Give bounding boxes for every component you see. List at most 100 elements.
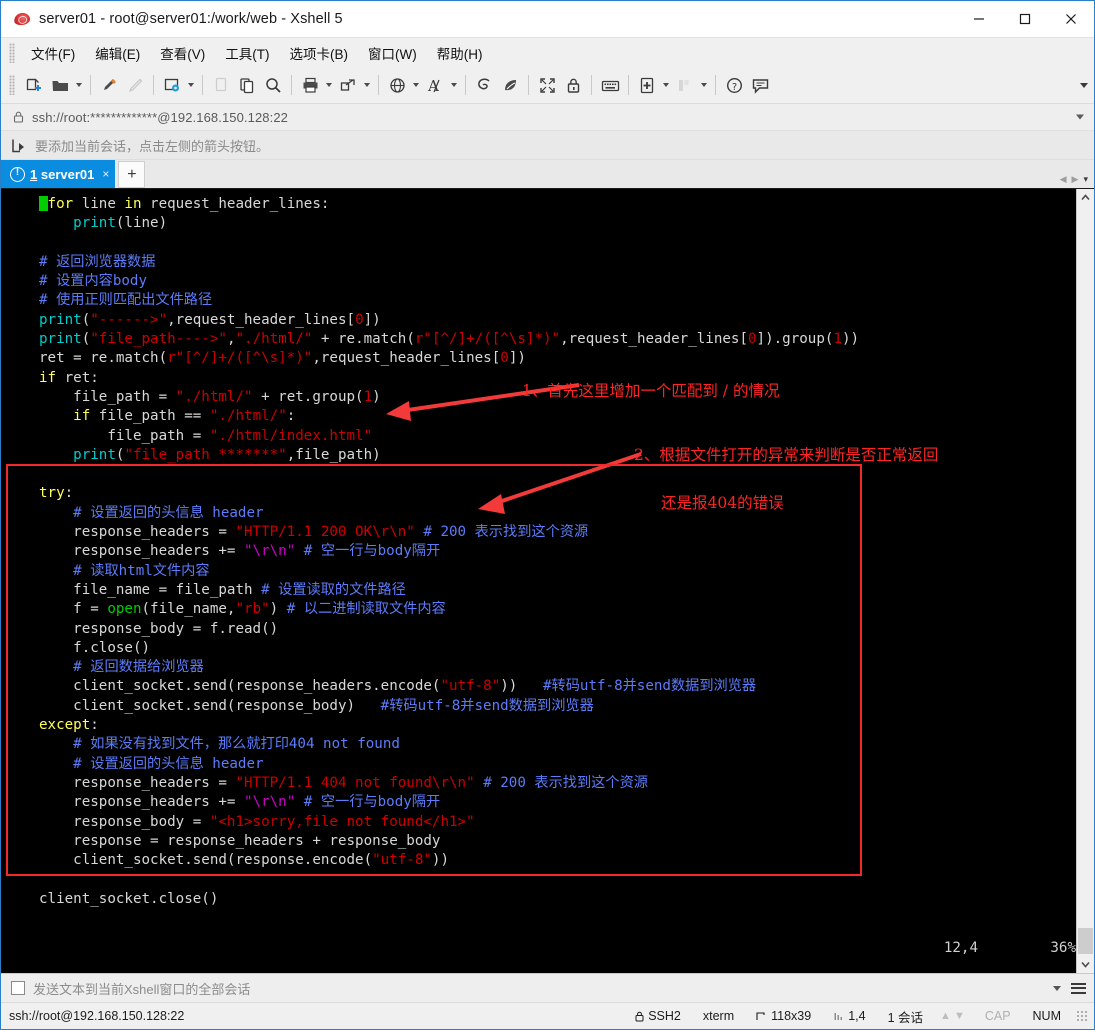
- toolbar-separator: [153, 75, 154, 95]
- menu-help[interactable]: 帮助(H): [427, 40, 493, 66]
- scrollbar-thumb[interactable]: [1078, 928, 1093, 954]
- xftp-icon[interactable]: [471, 71, 497, 99]
- menu-window[interactable]: 窗口(W): [358, 40, 427, 66]
- tab-number: 1: [30, 166, 38, 182]
- open-folder-icon[interactable]: [47, 71, 73, 99]
- scroll-up-icon[interactable]: [1077, 189, 1094, 206]
- menu-bar: 文件(F) 编辑(E) 查看(V) 工具(T) 选项卡(B) 窗口(W) 帮助(…: [1, 37, 1094, 67]
- print-dropdown-icon[interactable]: [323, 71, 335, 99]
- tab-server01[interactable]: 1 server01 ×: [1, 160, 116, 188]
- send-to-all-checkbox[interactable]: [11, 981, 25, 995]
- menu-view[interactable]: 查看(V): [150, 40, 215, 66]
- chat-icon[interactable]: [747, 71, 773, 99]
- tab-nav-group: ◀ ▶ ▾: [1060, 174, 1088, 185]
- new-session-icon[interactable]: [21, 71, 47, 99]
- terminal-line: file_path = "./html/" + ret.group(1): [39, 388, 381, 405]
- terminal-area: for line in request_header_lines: print(…: [1, 188, 1094, 973]
- xagent-icon[interactable]: [497, 71, 523, 99]
- menu-edit[interactable]: 编辑(E): [85, 40, 150, 66]
- fullscreen-icon[interactable]: [534, 71, 560, 99]
- add-note-dropdown-icon[interactable]: [660, 71, 672, 99]
- close-icon[interactable]: [1048, 1, 1094, 37]
- title-bar: server01 - root@server01:/work/web - Xsh…: [1, 1, 1094, 37]
- terminal-line: # 使用正则匹配出文件路径: [39, 292, 213, 309]
- menubar-gripper[interactable]: [9, 42, 15, 63]
- address-value[interactable]: ssh://root:*************@192.168.150.128…: [32, 110, 288, 125]
- layout-dropdown-icon[interactable]: [698, 71, 710, 99]
- terminal-line: response_headers += "\r\n" # 空一行与body隔开: [39, 794, 441, 811]
- add-note-icon[interactable]: [634, 71, 660, 99]
- add-session-arrow-icon[interactable]: [11, 138, 26, 153]
- terminal-scrollbar[interactable]: [1076, 189, 1094, 973]
- terminal-line: # 如果没有找到文件，那么就打印404 not found: [73, 736, 400, 753]
- globe-icon[interactable]: [384, 71, 410, 99]
- maximize-icon[interactable]: [1002, 1, 1048, 37]
- status-caps: CAP: [984, 1009, 1011, 1023]
- toolbar-separator: [378, 75, 379, 95]
- transfer-dropdown-icon[interactable]: [361, 71, 373, 99]
- terminal-line: client_socket.send(response_body) #转码utf…: [39, 697, 594, 714]
- xshell-window: server01 - root@server01:/work/web - Xsh…: [0, 0, 1095, 1030]
- address-bar[interactable]: ssh://root:*************@192.168.150.128…: [1, 104, 1094, 131]
- font-icon[interactable]: A: [422, 71, 448, 99]
- status-size: 118x39: [745, 1009, 822, 1023]
- menu-tools[interactable]: 工具(T): [215, 40, 279, 66]
- tab-close-icon[interactable]: ×: [102, 167, 109, 181]
- terminal-line: print("file_path---->","./html/" + re.ma…: [39, 331, 860, 348]
- paste-icon[interactable]: [234, 71, 260, 99]
- address-dropdown-icon[interactable]: [1076, 114, 1084, 120]
- menu-tabs[interactable]: 选项卡(B): [280, 40, 359, 66]
- tab-list-dropdown-icon[interactable]: ▾: [1083, 174, 1088, 185]
- print-icon[interactable]: [297, 71, 323, 99]
- terminal-line: response_headers = "HTTP/1.1 200 OK\r\n"…: [39, 524, 589, 541]
- toolbar-gripper[interactable]: [9, 75, 15, 95]
- terminal-line: # 设置返回的头信息 header: [73, 755, 264, 772]
- toolbar: A ?: [1, 67, 1094, 104]
- minimize-icon[interactable]: [956, 1, 1002, 37]
- tab-label: 1 server01: [30, 167, 94, 182]
- tab-prev-icon[interactable]: ◀: [1060, 174, 1067, 185]
- resize-grip[interactable]: [1076, 1010, 1088, 1022]
- terminal-output[interactable]: for line in request_header_lines: print(…: [1, 189, 1076, 973]
- highlight-pen-icon[interactable]: [96, 71, 122, 99]
- toolbar-separator: [202, 75, 203, 95]
- copy-page-icon[interactable]: [208, 71, 234, 99]
- status-sessions: 1 会话: [887, 1010, 924, 1025]
- toolbar-separator: [715, 75, 716, 95]
- keyboard-icon[interactable]: [597, 71, 623, 99]
- terminal-line: client_socket.send(response.encode("utf-…: [39, 852, 450, 869]
- terminal-line: # 返回数据给浏览器: [73, 659, 204, 676]
- globe-dropdown-icon[interactable]: [410, 71, 422, 99]
- terminal-line: response_headers += "\r\n" # 空一行与body隔开: [39, 543, 441, 560]
- tab-session-name: server01: [40, 166, 95, 182]
- session-properties-icon[interactable]: [159, 71, 185, 99]
- find-icon[interactable]: [260, 71, 286, 99]
- sendbar-menu-icon[interactable]: [1071, 982, 1086, 994]
- toolbar-overflow-icon[interactable]: [1080, 67, 1088, 103]
- new-tab-button[interactable]: +: [118, 161, 146, 188]
- window-controls: [956, 1, 1094, 37]
- tab-next-icon[interactable]: ▶: [1072, 174, 1079, 185]
- status-connection: ssh://root@192.168.150.128:22: [9, 1009, 185, 1023]
- transfer-file-icon[interactable]: [335, 71, 361, 99]
- terminal-line: # 设置内容body: [39, 273, 147, 290]
- terminal-line: f = open(file_name,"rb") # 以二进制读取文件内容: [39, 601, 446, 618]
- terminal-line: response_body = "<h1>sorry,file not foun…: [39, 813, 475, 830]
- send-to-all-label: 发送文本到当前Xshell窗口的全部会话: [33, 981, 251, 997]
- font-dropdown-icon[interactable]: [448, 71, 460, 99]
- session-properties-dropdown-icon[interactable]: [185, 71, 197, 99]
- terminal-line: response_headers = "HTTP/1.1 404 not fou…: [39, 774, 648, 791]
- layout-icon[interactable]: [672, 71, 698, 99]
- scroll-down-icon[interactable]: [1077, 956, 1094, 973]
- help-icon[interactable]: ?: [721, 71, 747, 99]
- open-folder-dropdown-icon[interactable]: [73, 71, 85, 99]
- add-session-hint-text: 要添加当前会话，点击左侧的箭头按钮。: [35, 138, 270, 154]
- sendbar-dropdown-icon[interactable]: [1053, 985, 1061, 991]
- terminal-line: # 设置返回的头信息 header: [73, 504, 264, 521]
- pencil-icon[interactable]: [122, 71, 148, 99]
- scrollbar-track[interactable]: [1077, 206, 1094, 956]
- lock-icon[interactable]: [560, 71, 586, 99]
- menu-file[interactable]: 文件(F): [21, 40, 85, 66]
